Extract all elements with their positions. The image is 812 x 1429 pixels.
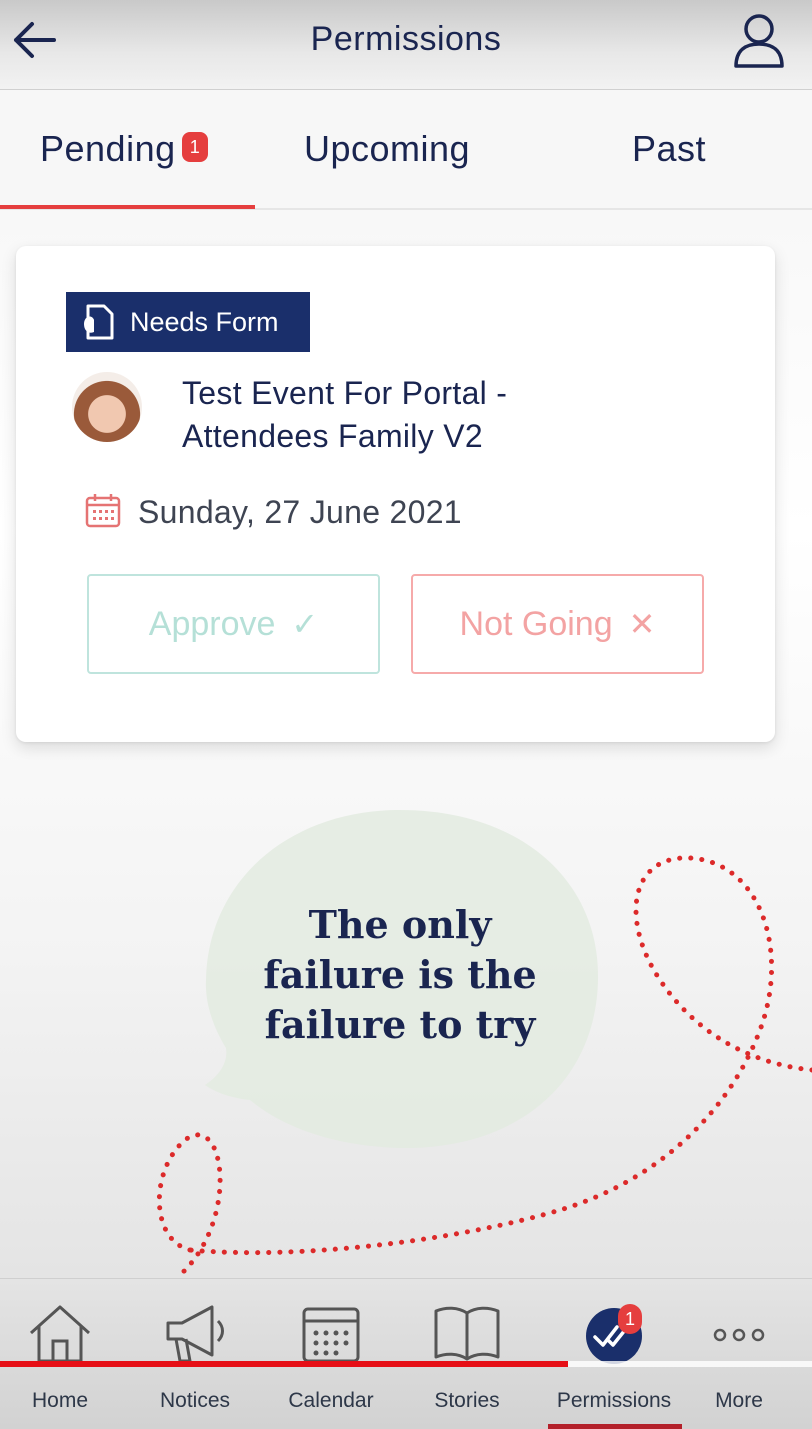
close-icon: ✕	[628, 606, 656, 642]
permission-tabs: Pending 1 Upcoming Past	[0, 90, 812, 210]
dotted-ribbon-left	[156, 1132, 223, 1278]
user-profile-icon[interactable]	[732, 12, 786, 70]
quote-line-3: failure to try	[264, 1002, 536, 1047]
approve-button[interactable]: Approve ✓	[87, 574, 380, 674]
active-tab-indicator	[0, 205, 255, 209]
avatar	[72, 372, 142, 442]
megaphone-icon	[166, 1305, 224, 1363]
permissions-count-badge: 1	[618, 1304, 642, 1334]
tab-pending[interactable]: Pending 1	[40, 128, 208, 170]
more-dots-icon	[713, 1328, 765, 1342]
nav-permissions-label: Permissions	[556, 1389, 672, 1412]
check-icon: ✓	[291, 606, 319, 642]
event-title: Test Event For Portal - Attendees Family…	[182, 375, 508, 454]
event-date: Sunday, 27 June 2021	[138, 494, 462, 530]
calendar-icon	[302, 1307, 360, 1363]
nav-home-label: Home	[31, 1389, 89, 1412]
nav-notices-label: Notices	[159, 1389, 231, 1412]
nav-calendar-label: Calendar	[288, 1389, 374, 1412]
video-progress-fill	[0, 1361, 569, 1367]
home-icon	[29, 1305, 91, 1363]
needs-form-tag: Needs Form	[66, 292, 310, 352]
needs-form-label: Needs Form	[130, 306, 279, 337]
bottom-nav: Home Notices Calendar Stories Permission…	[0, 1278, 812, 1429]
permission-card[interactable]: Needs Form Test Event For Portal - Atten…	[16, 246, 775, 742]
approve-label: Approve	[148, 604, 276, 643]
pending-count-badge: 1	[182, 132, 208, 162]
quote-line-1: The only	[308, 902, 492, 947]
quote-line-2: failure is the	[263, 952, 537, 997]
tab-pending-label: Pending	[40, 128, 176, 169]
nav-more-label: More	[715, 1389, 763, 1412]
page-title: Permissions	[310, 20, 502, 58]
calendar-icon	[85, 494, 121, 528]
not-going-button[interactable]: Not Going ✕	[411, 574, 704, 674]
app-header: Permissions	[0, 0, 812, 90]
video-progress-bar[interactable]	[0, 1361, 812, 1367]
active-nav-indicator	[548, 1424, 682, 1429]
tab-upcoming[interactable]: Upcoming	[304, 128, 470, 170]
book-icon	[434, 1306, 500, 1361]
tab-past[interactable]: Past	[632, 128, 706, 170]
document-hand-icon	[84, 304, 114, 340]
not-going-label: Not Going	[459, 604, 613, 643]
nav-stories-label: Stories	[434, 1389, 500, 1412]
quote-text: The only failure is the failure to try	[240, 900, 560, 1050]
